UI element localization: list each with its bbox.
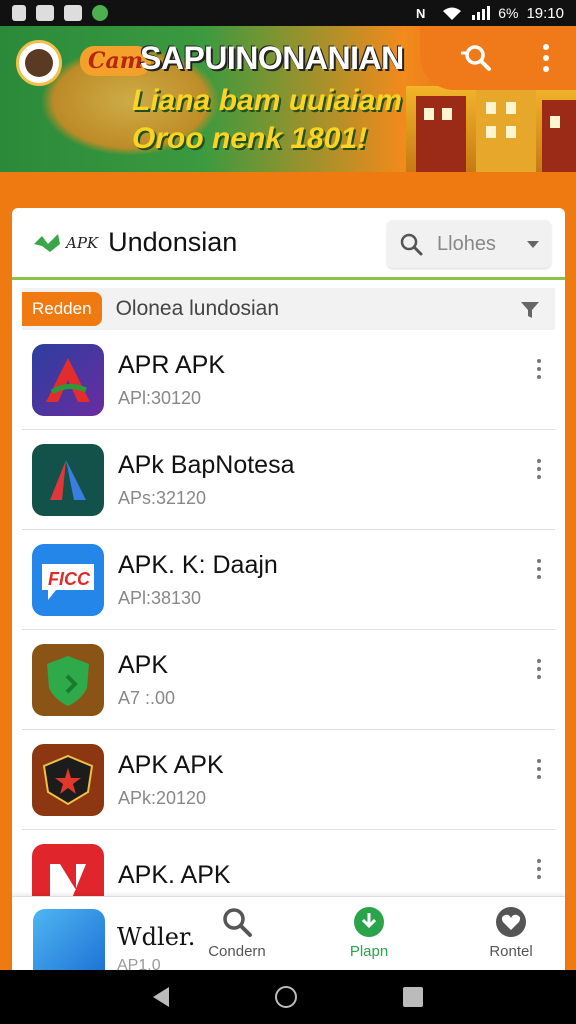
app-name: APk BapNotesa [118,450,295,479]
app-name: APK [118,650,169,679]
app-name: APK. APK [118,861,231,889]
overflow-menu-button[interactable] [532,40,560,76]
app-list: APR APK APl:30120 APk BapNotesa APs:3212… [22,330,555,930]
status-bar: N 6% 19:10 [0,0,576,26]
signal-icon [472,6,491,20]
search-icon [400,233,423,256]
apk-logo-text: APK [66,233,99,252]
app-name: APK. K: Daajn [118,550,278,579]
search-placeholder: Llohes [437,232,496,255]
nav-label: Condern [208,943,266,960]
more-options-button[interactable] [527,454,551,484]
svg-text:FICC: FICC [48,569,91,589]
list-item[interactable]: APR APK APl:30120 [22,330,555,430]
list-item[interactable]: APK APK APk:20120 [22,730,555,830]
list-item[interactable]: FICC APK. K: Daajn APl:38130 [22,530,555,630]
filter-label: Olonea lundosian [115,297,280,320]
nav-item-rontel[interactable]: Rontel [461,905,561,960]
back-icon[interactable] [153,987,169,1007]
svg-text:N: N [416,6,425,20]
message-icon [64,5,82,21]
app-meta: APl:30120 [118,387,202,408]
apr-app-icon [32,343,104,416]
system-navigation-bar [0,970,576,1024]
app-meta: A7 :.00 [118,687,176,708]
peek-app-name: Wdler. [117,923,196,951]
search-input[interactable]: Llohes [387,220,551,268]
list-item[interactable]: APK A7 :.00 [22,630,555,730]
app-name: APR APK [118,350,225,379]
banner-subtitle: Liana bam uuiaiam [132,84,403,117]
battery-level: 6% [498,5,519,21]
app-name: APK APK [118,750,224,779]
list-item[interactable]: APk BapNotesa APs:32120 [22,430,555,530]
promo-banner[interactable]: Cam SAPUINONANIAN Liana bam uuiaiam Oroo… [0,26,576,172]
daajn-app-icon: FICC [32,543,104,616]
banner-promo-text: Oroo nenk 1801! [132,122,368,155]
app-meta: APs:32120 [118,487,207,508]
nfc-icon: N [416,6,425,20]
banner-title: SAPUINONANIAN [140,40,404,76]
clock: 19:10 [526,4,564,22]
app-list-card: APK Undonsian Llohes Redden Olonea lundo… [12,208,565,970]
more-options-button[interactable] [527,654,551,684]
city-graphic [406,86,576,172]
heart-icon [496,907,526,937]
bottom-navigation: Wdler. AP1.0 Condern Plapn Rontel [12,896,565,974]
nav-label: Plapn [349,943,389,960]
filter-badge[interactable]: Redden [22,292,102,326]
nav-item-condern[interactable]: Condern [187,905,287,960]
wifi-icon [443,7,462,20]
search-icon [461,45,491,71]
more-options-button[interactable] [527,354,551,384]
app-meta: APk:20120 [118,787,207,808]
filter-bar: Redden Olonea lundosian [22,288,555,330]
card-header: APK Undonsian Llohes [12,208,565,280]
more-options-button[interactable] [527,754,551,784]
game-icon [92,5,108,21]
search-icon [223,908,252,937]
home-icon[interactable] [275,986,297,1008]
nav-label: Rontel [489,943,533,960]
filter-icon[interactable] [519,298,541,320]
notification-icon [12,5,26,21]
leaf-icon [34,233,60,252]
chevron-down-icon[interactable] [527,240,539,248]
shield-app-icon [32,643,104,716]
download-icon [354,907,384,937]
apk-bapnotesa-icon [32,443,104,516]
apk-logo: APK [32,232,98,254]
more-options-button[interactable] [527,554,551,584]
more-options-button[interactable] [527,854,551,884]
avatar[interactable] [16,40,62,86]
app-meta: APl:38130 [118,587,202,608]
gallery-icon [36,5,54,21]
badge-app-icon [32,743,104,816]
notification-icons [12,5,108,21]
peek-app-icon[interactable] [33,909,105,971]
recent-apps-icon[interactable] [403,987,423,1007]
page-title: Undonsian [108,227,238,257]
nav-item-plapn[interactable]: Plapn [319,905,419,960]
search-button[interactable] [458,40,494,76]
